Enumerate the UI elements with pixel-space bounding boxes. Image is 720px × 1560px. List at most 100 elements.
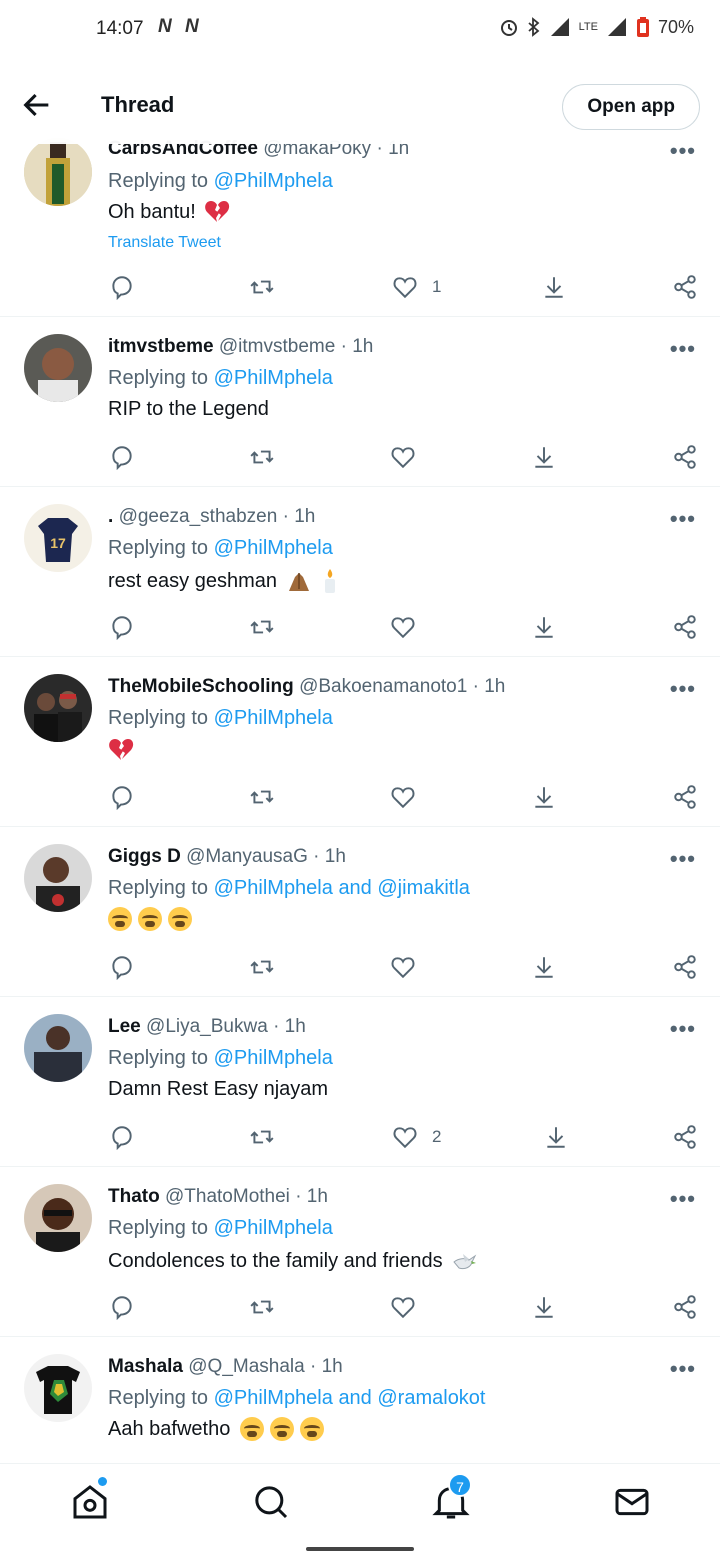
home-icon[interactable] [70,1482,110,1522]
tweet-time[interactable]: · 1h [310,1356,343,1377]
retweet-icon [250,790,274,804]
open-app-button[interactable]: Open app [562,84,700,130]
reply-button[interactable] [109,782,135,812]
author-name[interactable]: itmvstbeme [108,336,214,357]
tweet-time[interactable]: · 1h [341,336,374,357]
retweet-button[interactable] [249,782,275,812]
author-name[interactable]: Lee [108,1016,141,1037]
share-button[interactable] [672,952,698,982]
download-button[interactable] [541,272,567,302]
more-options-icon[interactable]: ••• [670,846,696,872]
reply-button[interactable] [109,612,135,642]
tweet-time[interactable]: · 1h [313,846,346,867]
tweet-time[interactable]: · 1h [273,1016,306,1037]
avatar[interactable] [24,1184,92,1252]
author-handle[interactable]: @geeza_sthabzen [119,506,278,527]
download-button[interactable] [531,1292,557,1322]
mention-link[interactable]: @PhilMphela [214,1217,333,1239]
author-handle[interactable]: @ThatoMothei [165,1186,290,1207]
author-handle[interactable]: @itmvstbeme [219,336,335,357]
mention-link[interactable]: @PhilMphela [214,170,333,192]
reply-button[interactable] [109,1122,135,1152]
mention-link[interactable]: @PhilMphela [214,537,333,559]
more-options-icon[interactable]: ••• [670,506,696,532]
mention-link[interactable]: @PhilMphela [214,707,333,729]
like-button[interactable] [390,952,430,982]
like-button[interactable]: 2 [392,1122,441,1152]
like-button[interactable] [390,782,430,812]
tweet[interactable]: Mashala @Q_Mashala · 1h ••• Replying to … [0,1337,720,1463]
avatar[interactable] [24,1354,92,1422]
tweet-time[interactable]: · 1h [283,506,316,527]
page-title: Thread [101,92,175,117]
avatar[interactable] [24,334,92,402]
more-options-icon[interactable]: ••• [670,1186,696,1212]
mention-link[interactable]: @PhilMphela [214,1387,333,1409]
back-arrow-icon[interactable] [20,88,54,122]
avatar[interactable] [24,138,92,206]
download-button[interactable] [531,952,557,982]
author-name[interactable]: TheMobileSchooling [108,676,294,697]
tweet[interactable]: 17 . @geeza_sthabzen · 1h ••• Replying t… [0,487,720,657]
avatar[interactable] [24,674,92,742]
share-button[interactable] [672,612,698,642]
retweet-button[interactable] [249,952,275,982]
retweet-button[interactable] [249,442,275,472]
avatar[interactable] [24,1014,92,1082]
more-options-icon[interactable]: ••• [670,336,696,362]
like-button[interactable] [390,612,430,642]
like-button[interactable] [390,442,430,472]
author-name[interactable]: Thato [108,1186,160,1207]
author-handle[interactable]: @Bakoenamanoto1 [299,676,467,697]
share-button[interactable] [672,1292,698,1322]
retweet-button[interactable] [249,272,275,302]
share-button[interactable] [672,782,698,812]
author-name[interactable]: . [108,506,113,527]
author-name[interactable]: Mashala [108,1356,183,1377]
share-button[interactable] [672,442,698,472]
author-handle[interactable]: @Q_Mashala [188,1356,304,1377]
more-options-icon[interactable]: ••• [670,1016,696,1042]
mention-link[interactable]: @PhilMphela [214,1047,333,1069]
search-icon[interactable] [251,1482,291,1522]
tweet[interactable]: Lee @Liya_Bukwa · 1h ••• Replying to @Ph… [0,997,720,1167]
tweet[interactable]: TheMobileSchooling @Bakoenamanoto1 · 1h … [0,657,720,827]
mention-link[interactable]: @PhilMphela [214,877,333,899]
mention-link[interactable]: @jimakitla [377,877,470,899]
home-indicator[interactable] [306,1547,414,1551]
retweet-button[interactable] [249,1292,275,1322]
tweet[interactable]: Thato @ThatoMothei · 1h ••• Replying to … [0,1167,720,1337]
replying-to: Replying to @PhilMphela [108,367,333,390]
retweet-button[interactable] [249,612,275,642]
like-button[interactable] [390,1292,430,1322]
download-button[interactable] [531,442,557,472]
download-button[interactable] [531,612,557,642]
tweet-time[interactable]: · 1h [295,1186,328,1207]
translate-tweet-link[interactable]: Translate Tweet [108,234,221,252]
tweet-time[interactable]: · 1h [473,676,506,697]
reply-button[interactable] [109,952,135,982]
tweet[interactable]: CarbsAndCoffee @makaPoky · 1h ••• Replyi… [0,120,720,317]
author-name[interactable]: Giggs D [108,846,181,867]
mention-link[interactable]: @PhilMphela [214,367,333,389]
reply-button[interactable] [109,272,135,302]
like-button[interactable]: 1 [392,272,441,302]
tweet[interactable]: itmvstbeme @itmvstbeme · 1h ••• Replying… [0,317,720,487]
download-button[interactable] [543,1122,569,1152]
reply-button[interactable] [109,1292,135,1322]
more-options-icon[interactable]: ••• [670,676,696,702]
avatar[interactable] [24,844,92,912]
reply-button[interactable] [109,442,135,472]
author-handle[interactable]: @ManyausaG [186,846,308,867]
mention-link[interactable]: @ramalokot [377,1387,485,1409]
author-handle[interactable]: @Liya_Bukwa [146,1016,268,1037]
replying-prefix: Replying to [108,877,209,899]
tweet[interactable]: Giggs D @ManyausaG · 1h ••• Replying to … [0,827,720,997]
download-button[interactable] [531,782,557,812]
share-button[interactable] [672,1122,698,1152]
more-options-icon[interactable]: ••• [670,1356,696,1382]
messages-mail-icon[interactable] [612,1482,652,1522]
share-button[interactable] [672,272,698,302]
avatar[interactable]: 17 [24,504,92,572]
retweet-button[interactable] [249,1122,275,1152]
